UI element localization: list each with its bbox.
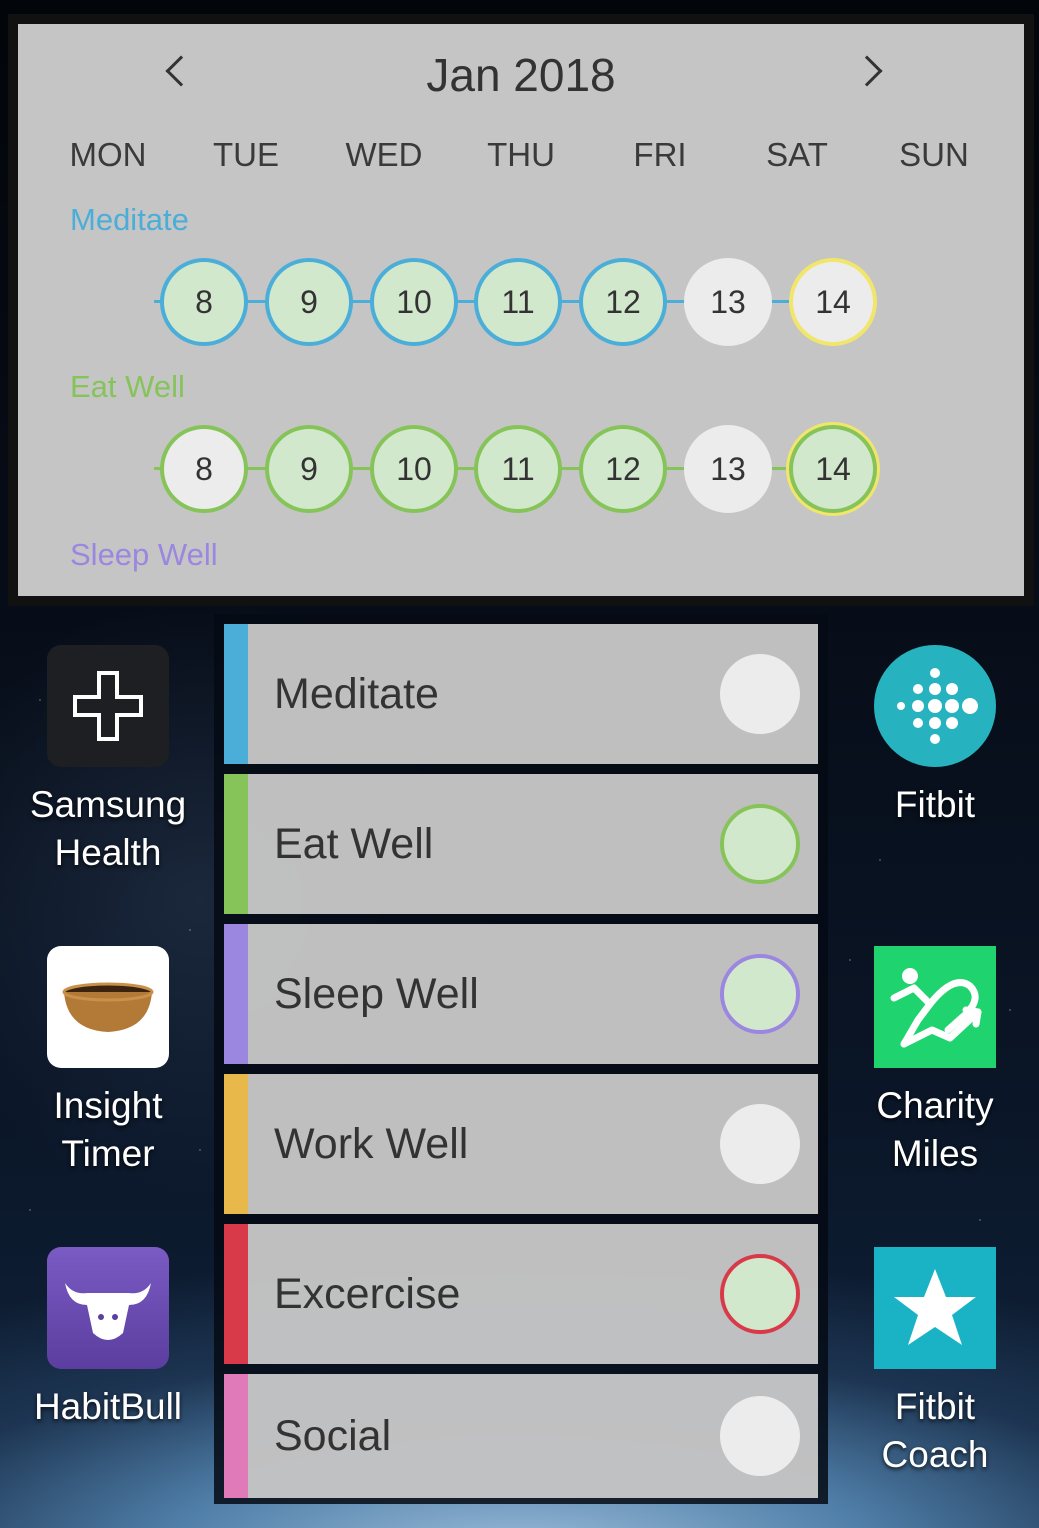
app-fitbit[interactable]: Fitbit xyxy=(845,645,1025,829)
habit-check-toggle[interactable] xyxy=(720,1396,800,1476)
calendar-day-circle[interactable]: 9 xyxy=(265,425,353,513)
habit-name: Eat Well xyxy=(274,819,434,868)
habit-row[interactable]: Sleep Well xyxy=(224,924,818,1064)
calendar-habit-label: Eat Well xyxy=(70,369,185,404)
app-label: Charity Miles xyxy=(876,1085,994,1174)
habit-row[interactable]: Social xyxy=(224,1374,818,1498)
habit-name: Sleep Well xyxy=(274,969,479,1018)
app-label: HabitBull xyxy=(33,1386,183,1427)
calendar-day-circle[interactable]: 10 xyxy=(370,258,458,346)
calendar-day-circle[interactable]: 12 xyxy=(579,425,667,513)
weekday-tue: TUE xyxy=(213,136,279,173)
habit-list-widget: Meditate Eat Well Sleep Well Work Well Excer… xyxy=(214,614,828,1504)
habit-name: Excercise xyxy=(274,1269,461,1318)
habit-check-toggle[interactable] xyxy=(720,804,800,884)
weekday-wed: WED xyxy=(345,136,423,173)
habit-row[interactable]: Meditate xyxy=(224,624,818,764)
habit-calendar-widget: Jan 2018 MON TUE WED THU FRI SAT SUN Med… xyxy=(8,14,1034,606)
habit-row[interactable]: Excercise xyxy=(224,1224,818,1364)
app-fitbit-coach[interactable]: Fitbit Coach xyxy=(845,1247,1025,1479)
calendar-day-circle[interactable]: 14 xyxy=(789,425,877,513)
singing-bowl-icon xyxy=(47,946,169,1068)
app-label: Samsung Health xyxy=(29,784,187,873)
calendar-habit-label: Meditate xyxy=(70,202,189,237)
calendar-day-circle[interactable]: 9 xyxy=(265,258,353,346)
bull-icon xyxy=(47,1247,169,1369)
app-charity-miles[interactable]: Charity Miles xyxy=(845,946,1025,1178)
app-label: Fitbit Coach xyxy=(881,1386,989,1475)
app-label: Insight Timer xyxy=(53,1085,163,1174)
habit-name: Work Well xyxy=(274,1119,469,1168)
habit-row[interactable]: Eat Well xyxy=(224,774,818,914)
calendar-day-circle[interactable]: 8 xyxy=(160,425,248,513)
habit-color-stripe xyxy=(224,1374,248,1498)
app-label: Fitbit xyxy=(894,784,976,825)
app-habitbull[interactable]: HabitBull xyxy=(18,1247,198,1431)
habit-name: Social xyxy=(274,1411,392,1460)
weekday-sun: SUN xyxy=(899,136,969,173)
app-samsung-health[interactable]: Samsung Health xyxy=(18,645,198,877)
calendar-panel: Jan 2018 MON TUE WED THU FRI SAT SUN Med… xyxy=(18,24,1024,596)
habit-color-stripe xyxy=(224,1074,248,1214)
habit-row[interactable]: Work Well xyxy=(224,1074,818,1214)
calendar-day-circle[interactable]: 8 xyxy=(160,258,248,346)
star-icon xyxy=(874,1247,996,1369)
calendar-day-circle[interactable]: 11 xyxy=(474,258,562,346)
habit-color-stripe xyxy=(224,924,248,1064)
calendar-day-circle[interactable]: 10 xyxy=(370,425,458,513)
weekday-fri: FRI xyxy=(633,136,687,173)
calendar-day-circle[interactable]: 13 xyxy=(684,258,772,346)
habit-color-stripe xyxy=(224,1224,248,1364)
weekday-thu: THU xyxy=(487,136,555,173)
weekday-sat: SAT xyxy=(766,136,828,173)
plus-icon xyxy=(47,645,169,767)
habit-check-toggle[interactable] xyxy=(720,1104,800,1184)
weekday-mon: MON xyxy=(69,136,147,173)
calendar-day-circle[interactable]: 14 xyxy=(789,258,877,346)
habit-check-toggle[interactable] xyxy=(720,654,800,734)
habit-color-stripe xyxy=(224,774,248,914)
calendar-habit-label: Sleep Well xyxy=(70,537,218,572)
habit-name: Meditate xyxy=(274,669,439,718)
calendar-day-circle[interactable]: 11 xyxy=(474,425,562,513)
habit-color-stripe xyxy=(224,624,248,764)
fitbit-dots-icon xyxy=(874,645,996,767)
runner-heart-icon xyxy=(874,946,996,1068)
habit-check-toggle[interactable] xyxy=(720,1254,800,1334)
calendar-day-circle[interactable]: 12 xyxy=(579,258,667,346)
habit-check-toggle[interactable] xyxy=(720,954,800,1034)
app-insight-timer[interactable]: Insight Timer xyxy=(18,946,198,1178)
calendar-day-circle[interactable]: 13 xyxy=(684,425,772,513)
